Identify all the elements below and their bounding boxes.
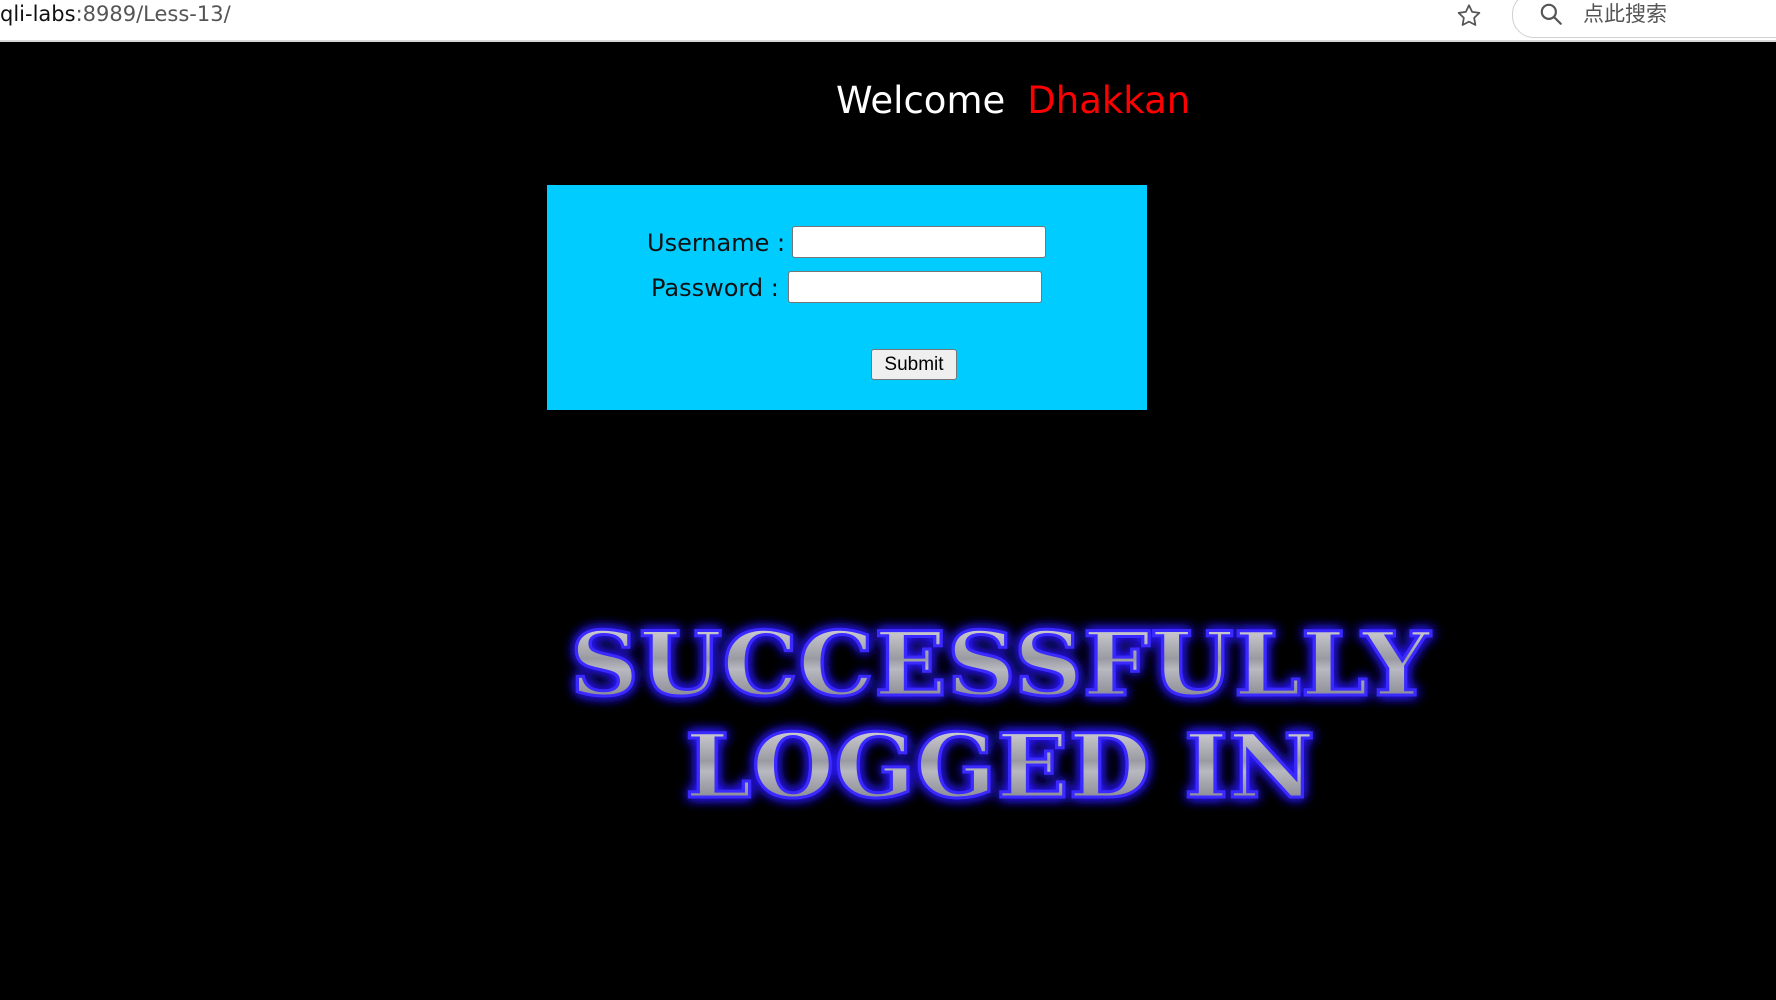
login-form: Username : Password : Submit: [547, 185, 1147, 410]
url-host: qli-labs: [0, 2, 76, 26]
success-line-2: LOGGED IN: [685, 714, 1315, 818]
submit-button[interactable]: Submit: [871, 349, 957, 380]
password-input[interactable]: [788, 271, 1042, 303]
search-icon: [1540, 3, 1562, 25]
url-path: :8989/Less-13/: [75, 2, 231, 26]
browser-search-box[interactable]: 点此搜索: [1512, 0, 1776, 38]
star-icon[interactable]: [1455, 2, 1483, 30]
username-input[interactable]: [792, 226, 1046, 258]
password-label: Password :: [651, 274, 779, 302]
browser-address-bar: qli-labs:8989/Less-13/ 点此搜索: [0, 0, 1776, 42]
address-url[interactable]: qli-labs:8989/Less-13/: [0, 2, 231, 26]
welcome-text: Welcome: [836, 79, 1006, 122]
success-banner: SUCCESSFULLY LOGGED IN: [569, 611, 1433, 820]
success-line-1: SUCCESSFULLY: [570, 612, 1431, 716]
welcome-user-name: Dhakkan: [1027, 79, 1191, 122]
username-label: Username :: [647, 229, 786, 257]
search-placeholder: 点此搜索: [1583, 2, 1667, 26]
welcome-heading: Welcome Dhakkan: [836, 77, 1190, 125]
